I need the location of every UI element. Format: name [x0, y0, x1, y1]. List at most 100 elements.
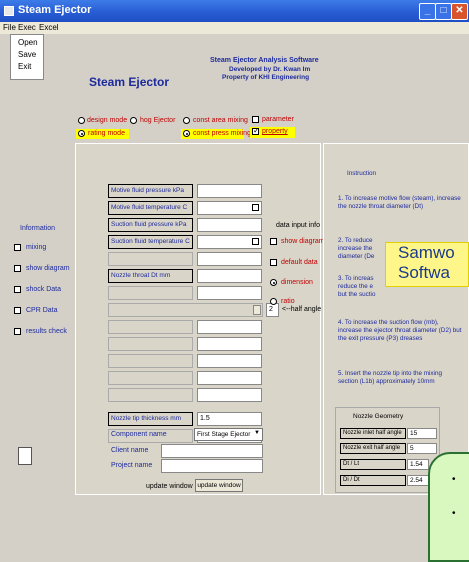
ratio-radio[interactable]	[270, 298, 277, 305]
motive-temperature-label: Motive fluid temperature C	[108, 201, 193, 215]
half-angle-label: <--half angle	[282, 306, 322, 313]
half-angle-input[interactable]: 2	[266, 303, 279, 317]
client-name-label: Client name	[111, 447, 149, 454]
slider-thumb[interactable]	[253, 305, 261, 315]
instruction-4: 4. To increase the suction flow (mb), in…	[338, 319, 462, 342]
software-title: Steam Ejector Analysis Software	[210, 57, 319, 64]
window-title: Steam Ejector	[18, 4, 92, 16]
nozzle-tip-label: Nozzle tip thickness mm	[108, 412, 193, 426]
suction-temperature-label: Suction fluid temperature C	[108, 235, 193, 249]
property-checkbox[interactable]	[252, 126, 260, 135]
dimension-radio[interactable]	[270, 279, 277, 286]
information-title: Information	[20, 225, 56, 232]
nozzle-geometry-title: Nozzle Geometry	[353, 413, 404, 420]
empty-label-6	[108, 371, 193, 385]
nozzle-exit-label: Nozzle exit half angle	[340, 443, 406, 454]
property-of: Property of KHI Engineering	[222, 74, 310, 81]
nozzle-throat-input[interactable]	[197, 269, 262, 283]
motive-pressure-input[interactable]	[197, 184, 262, 198]
data-input-info-title: data input info	[276, 222, 320, 229]
chevron-down-icon: ▼	[254, 430, 260, 436]
instruction-title: Instruction	[347, 170, 377, 177]
menu-item-save[interactable]: Save	[18, 50, 36, 59]
di-dt-label: Di / Dt	[340, 475, 406, 486]
update-window-button[interactable]: update window	[195, 479, 243, 492]
mixing-label: mixing	[26, 244, 47, 251]
hog-ejector-label: hog Ejector	[140, 117, 176, 124]
project-name-input[interactable]	[161, 459, 263, 473]
mixing-checkbox[interactable]	[14, 244, 21, 251]
empty-label-7	[108, 388, 193, 402]
dt-lt-label: Dt / Lt	[340, 459, 406, 470]
empty-input-6[interactable]	[197, 371, 262, 385]
design-mode-label: design mode	[87, 117, 128, 124]
parameter-label: parameter	[262, 116, 294, 123]
rating-mode-radio[interactable]	[78, 130, 85, 137]
app-icon	[4, 6, 14, 16]
app-title: Steam Ejector	[89, 75, 170, 89]
show-diagram-info-label: show diagram	[281, 238, 325, 245]
empty-input-4[interactable]	[197, 337, 262, 351]
component-select[interactable]: First Stage Ejector ▼	[194, 428, 263, 441]
menu-excel[interactable]: Excel	[39, 23, 59, 32]
client-name-input[interactable]	[161, 444, 263, 458]
empty-input-1[interactable]	[197, 252, 262, 266]
empty-label-1	[108, 252, 193, 266]
update-window-text: update window	[146, 483, 193, 490]
nozzle-tip-input[interactable]: 1.5	[197, 412, 262, 426]
dimension-label: dimension	[281, 279, 313, 286]
suction-temperature-checkbox[interactable]	[252, 238, 259, 245]
empty-input-3[interactable]	[197, 320, 262, 334]
design-mode-radio[interactable]	[78, 117, 85, 124]
minimize-icon[interactable]: _	[419, 3, 436, 20]
developed-by: Developed by Dr. Kwan Im	[229, 66, 311, 73]
shock-data-label: shock Data	[26, 286, 62, 293]
menu-exec[interactable]: Exec	[18, 23, 36, 32]
show-diagram-info-checkbox[interactable]	[270, 238, 277, 245]
dt-lt-input[interactable]: 1.54	[407, 459, 429, 470]
instruction-2a: 2. To reduce	[338, 237, 373, 244]
component-selected: First Stage Ejector	[197, 431, 251, 438]
overlay-line-2: Softwa	[398, 263, 450, 282]
half-angle-slider[interactable]	[108, 303, 263, 317]
empty-label-3	[108, 320, 193, 334]
nozzle-inlet-input[interactable]: 15	[407, 428, 437, 439]
property-label: property	[262, 128, 288, 135]
const-area-mixing-radio[interactable]	[183, 117, 190, 124]
motive-pressure-label: Motive fluid pressure kPa	[108, 184, 193, 198]
motive-temperature-checkbox[interactable]	[252, 204, 259, 211]
green-callout	[428, 452, 469, 562]
instruction-2c: diameter (De	[338, 253, 375, 260]
menu-item-exit[interactable]: Exit	[18, 62, 31, 71]
nozzle-throat-label: Nozzle throat Dt mm	[108, 269, 193, 283]
overlay-banner: Samwo Softwa	[385, 242, 469, 287]
cpr-data-checkbox[interactable]	[14, 307, 21, 314]
parameter-checkbox[interactable]	[252, 116, 259, 123]
blank-field[interactable]	[18, 447, 32, 465]
empty-input-7[interactable]	[197, 388, 262, 402]
empty-input-5[interactable]	[197, 354, 262, 368]
show-diagram-checkbox[interactable]	[14, 265, 21, 272]
instruction-3b: reduce the e	[338, 283, 374, 290]
component-name-label: Component name	[111, 431, 167, 438]
results-check-checkbox[interactable]	[14, 328, 21, 335]
const-press-mixing-label: const press mixing	[193, 130, 251, 137]
shock-data-checkbox[interactable]	[14, 286, 21, 293]
nozzle-exit-input[interactable]: 5	[407, 443, 437, 454]
empty-input-2[interactable]	[197, 286, 262, 300]
empty-label-5	[108, 354, 193, 368]
const-press-mixing-radio[interactable]	[183, 130, 190, 137]
menu-bar	[0, 22, 469, 34]
empty-label-2	[108, 286, 193, 300]
menu-item-open[interactable]: Open	[18, 38, 38, 47]
close-icon[interactable]: ✕	[451, 3, 468, 20]
maximize-icon[interactable]: □	[435, 3, 452, 20]
suction-pressure-input[interactable]	[197, 218, 262, 232]
hog-ejector-radio[interactable]	[130, 117, 137, 124]
di-dt-input[interactable]: 2.54	[407, 475, 429, 486]
cpr-data-label: CPR Data	[26, 307, 58, 314]
instruction-3c: but the suctio	[338, 291, 376, 298]
nozzle-inlet-label: Nozzle inlet half angle	[340, 428, 406, 439]
menu-file[interactable]: File	[3, 23, 16, 32]
default-data-checkbox[interactable]	[270, 259, 277, 266]
